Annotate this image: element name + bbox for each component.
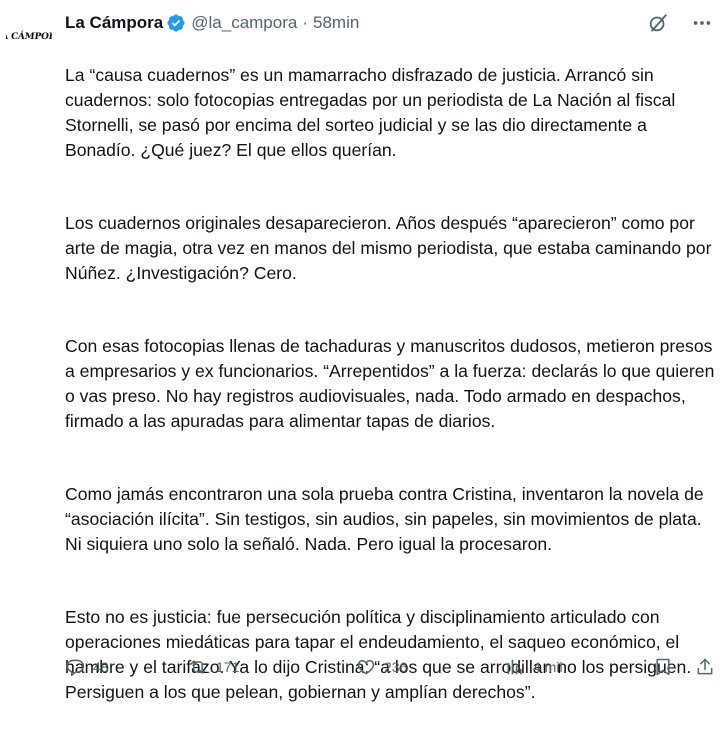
tweet-text: La “causa cuadernos” es un mamarracho di…	[65, 38, 717, 753]
separator: ·	[302, 13, 309, 32]
share-icon	[697, 658, 713, 675]
repost-button[interactable]: 171	[188, 657, 239, 677]
reply-icon	[66, 659, 85, 677]
tweet-paragraph: Como jamás encontraron una sola prueba c…	[65, 484, 704, 554]
timestamp[interactable]: 58min	[313, 13, 359, 33]
reply-button[interactable]: 48	[65, 657, 109, 677]
tweet-paragraph: Con esas fotocopias llenas de tachaduras…	[65, 336, 715, 431]
author-handle[interactable]: @la_campora	[191, 13, 297, 33]
views-chart-icon	[507, 659, 522, 675]
avatar-logo: LA CÁMPORA	[6, 32, 52, 42]
reply-count: 48	[93, 659, 109, 675]
repost-count: 171	[216, 659, 240, 675]
share-button[interactable]	[695, 657, 715, 677]
author-name[interactable]: La Cámpora	[65, 13, 163, 33]
bookmark-button[interactable]	[653, 657, 673, 677]
header-actions	[645, 10, 715, 36]
heart-icon	[357, 660, 375, 675]
grok-icon[interactable]	[645, 10, 671, 36]
tweet-paragraph: Los cuadernos originales desaparecieron.…	[65, 213, 712, 283]
tweet-paragraph: La “causa cuadernos” es un mamarracho di…	[65, 65, 676, 160]
views-button[interactable]: 4 mil	[505, 657, 563, 677]
like-count: 236	[384, 659, 408, 675]
more-options-icon[interactable]	[689, 10, 715, 36]
bookmark-icon	[656, 658, 670, 676]
tweet-header: La Cámpora @la_campora · 58min	[65, 10, 715, 36]
action-bar: 48 171 236 4 mil	[65, 652, 717, 682]
tweet: LA CÁMPORA La Cámpora @la_campora · 58mi…	[0, 0, 725, 702]
view-count: 4 mil	[533, 659, 563, 675]
avatar[interactable]: LA CÁMPORA	[6, 14, 52, 60]
repost-icon	[190, 660, 206, 674]
like-button[interactable]: 236	[356, 657, 407, 677]
verified-badge-icon	[167, 14, 185, 32]
